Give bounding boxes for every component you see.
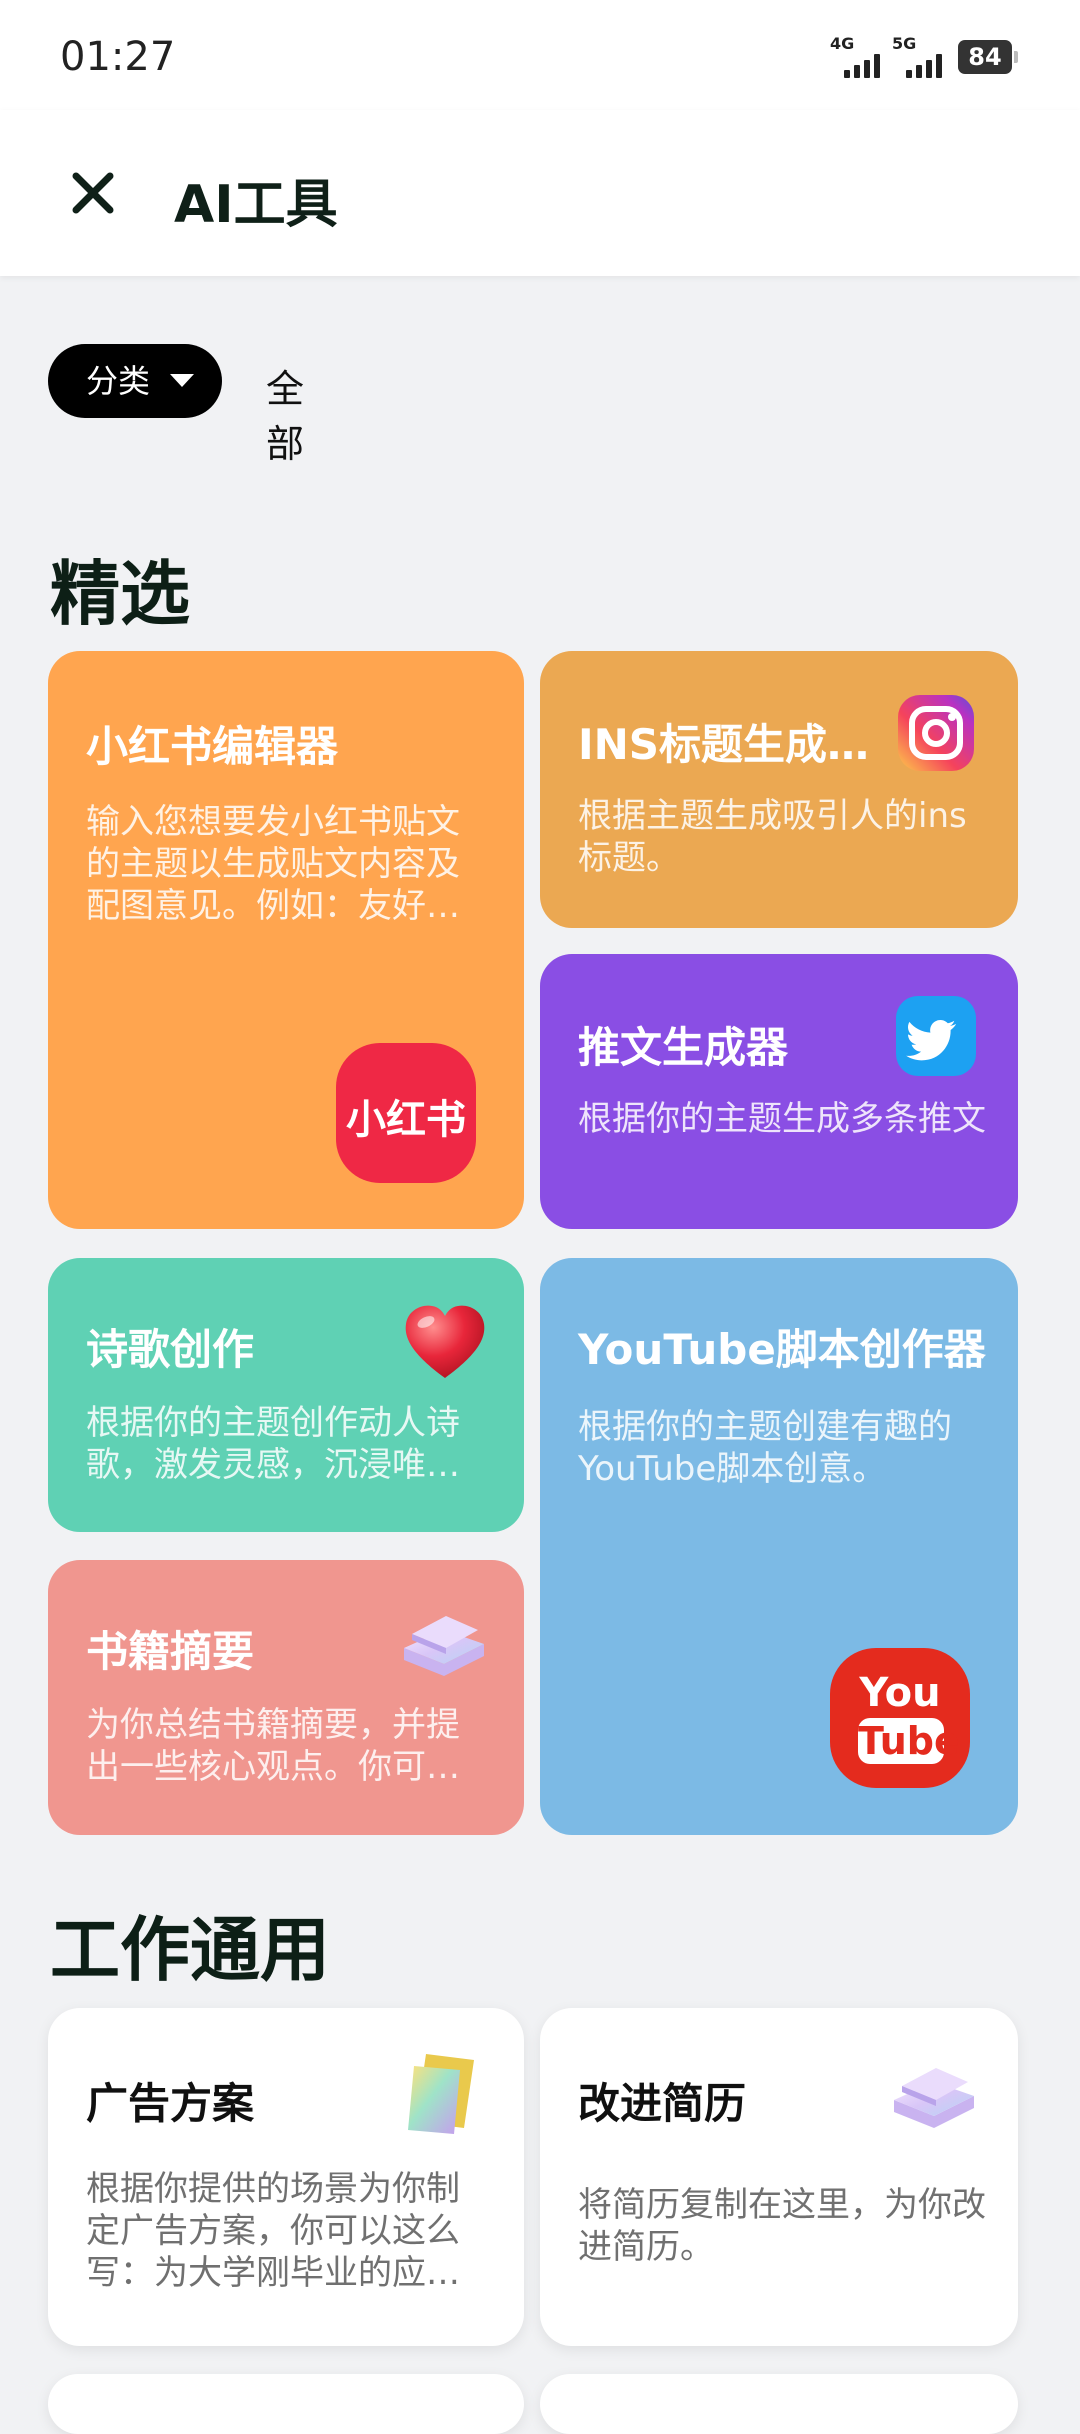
folder-icon [404, 2050, 482, 2136]
youtube-logo-text-top: You [859, 1670, 941, 1716]
signal-5g-icon: 5G [892, 34, 952, 78]
caret-down-icon [170, 374, 194, 387]
card-description: 根据你的主题创建有趣的YouTube脚本创意。 [578, 1407, 952, 1489]
filter-all[interactable]: 全部 [266, 358, 304, 468]
card-description: 将简历复制在这里，为你改进简历。 [578, 2185, 986, 2267]
card-title: 诗歌创作 [86, 1325, 255, 1374]
section-title-work-general: 工作通用 [50, 1909, 330, 1991]
status-time: 01:27 [60, 34, 176, 80]
youtube-logo-icon: You Tube [830, 1648, 970, 1788]
card-title: INS标题生成… [578, 720, 870, 769]
card-title: 书籍摘要 [86, 1627, 255, 1676]
card-ins-title-generator[interactable]: INS标题生成… 根据主题生成吸引人的ins标题。 [540, 651, 1018, 928]
card-description: 根据你的主题创作动人诗歌，激发灵感，沉浸唯… [86, 1403, 460, 1485]
signal-4g-icon: 4G [830, 34, 880, 78]
category-dropdown[interactable]: 分类 [48, 344, 222, 418]
page-title: AI工具 [174, 175, 338, 235]
card-title: 改进简历 [578, 2079, 747, 2128]
books-icon [398, 1604, 490, 1680]
instagram-logo-icon [896, 693, 976, 773]
books-icon [888, 2056, 980, 2132]
card-book-summary[interactable]: 书籍摘要 为你总结书籍摘要，并提出一些核心观点。你可… [48, 1560, 524, 1835]
card-improve-resume[interactable]: 改进简历 将简历复制在这里，为你改进简历。 [540, 2008, 1018, 2346]
heart-icon [402, 1302, 488, 1382]
card-title: YouTube脚本创作器 [578, 1325, 986, 1374]
card-partial[interactable] [48, 2374, 524, 2434]
category-label: 分类 [86, 362, 151, 400]
youtube-logo-text-bottom: Tube [858, 1718, 960, 1764]
card-title: 小红书编辑器 [86, 722, 339, 771]
card-description: 根据你的主题生成多条推文 [578, 1099, 986, 1139]
section-title-featured: 精选 [50, 553, 190, 635]
xiaohongshu-logo-icon: 小红书 [336, 1043, 476, 1183]
card-description: 根据你提供的场景为你制定广告方案，你可以这么写：为大学刚毕业的应… [86, 2169, 460, 2293]
card-title: 广告方案 [86, 2079, 255, 2128]
status-bar: 01:27 4G 5G 84 [0, 0, 1080, 110]
close-icon[interactable] [68, 168, 118, 218]
card-partial[interactable] [540, 2374, 1018, 2434]
card-description: 根据主题生成吸引人的ins标题。 [578, 796, 967, 878]
xiaohongshu-logo-text: 小红书 [346, 1097, 466, 1143]
card-tweet-generator[interactable]: 推文生成器 根据你的主题生成多条推文 [540, 954, 1018, 1229]
twitter-bird-icon [896, 996, 976, 1076]
card-description: 为你总结书籍摘要，并提出一些核心观点。你可… [86, 1705, 460, 1787]
card-title: 推文生成器 [578, 1023, 789, 1072]
app-bar: AI工具 [0, 110, 1080, 276]
card-youtube-script-creator[interactable]: YouTube脚本创作器 根据你的主题创建有趣的YouTube脚本创意。 You… [540, 1258, 1018, 1835]
battery-icon: 84 [958, 40, 1018, 74]
card-description: 输入您想要发小红书贴文的主题以生成贴文内容及配图意见。例如：友好… [86, 802, 460, 926]
card-ad-plan[interactable]: 广告方案 根据你提供的场景为你制定广告方案，你可以这么写：为大学刚毕业的应… [48, 2008, 524, 2346]
card-xiaohongshu-editor[interactable]: 小红书编辑器 输入您想要发小红书贴文的主题以生成贴文内容及配图意见。例如：友好…… [48, 651, 524, 1229]
card-poetry-creation[interactable]: 诗歌创作 根据你的主题创作动人诗歌，激发灵感，沉浸唯… [48, 1258, 524, 1532]
